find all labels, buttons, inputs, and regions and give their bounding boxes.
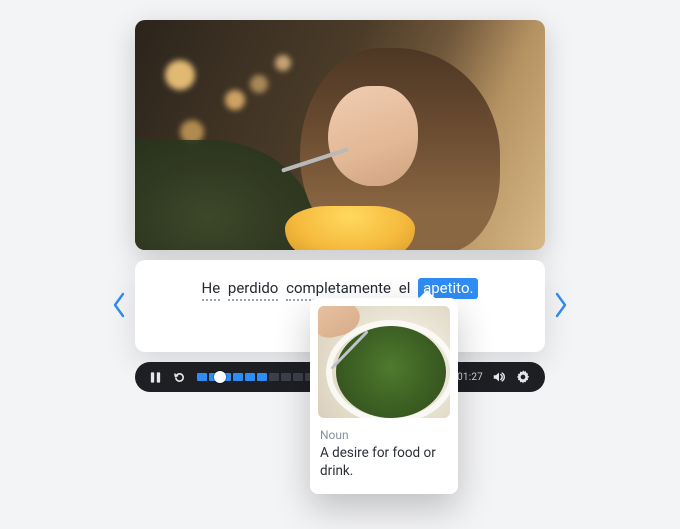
settings-button[interactable] — [511, 370, 535, 384]
caption-word[interactable]: He — [202, 279, 221, 301]
total-time: 01:27 — [457, 372, 483, 383]
volume-button[interactable] — [487, 370, 511, 384]
lesson-video[interactable] — [135, 20, 545, 250]
prev-caption-button[interactable] — [110, 290, 128, 320]
progress-segment[interactable] — [233, 373, 243, 381]
next-caption-button[interactable] — [552, 290, 570, 320]
progress-segment[interactable] — [245, 373, 255, 381]
popover-arrow — [418, 290, 436, 299]
definition: A desire for food or drink. — [320, 444, 448, 480]
caption-word[interactable]: perdido — [228, 279, 278, 301]
progress-segment[interactable] — [293, 373, 303, 381]
playhead[interactable] — [214, 371, 226, 383]
progress-segment[interactable] — [269, 373, 279, 381]
video-still — [135, 20, 545, 250]
part-of-speech: Noun — [320, 428, 448, 442]
progress-segment[interactable] — [257, 373, 267, 381]
progress-segment[interactable] — [281, 373, 291, 381]
pause-button[interactable] — [143, 371, 167, 384]
restart-button[interactable] — [167, 371, 191, 384]
progress-segment[interactable] — [197, 373, 207, 381]
popover-image — [318, 306, 450, 418]
word-popover: Noun A desire for food or drink. — [310, 298, 458, 494]
